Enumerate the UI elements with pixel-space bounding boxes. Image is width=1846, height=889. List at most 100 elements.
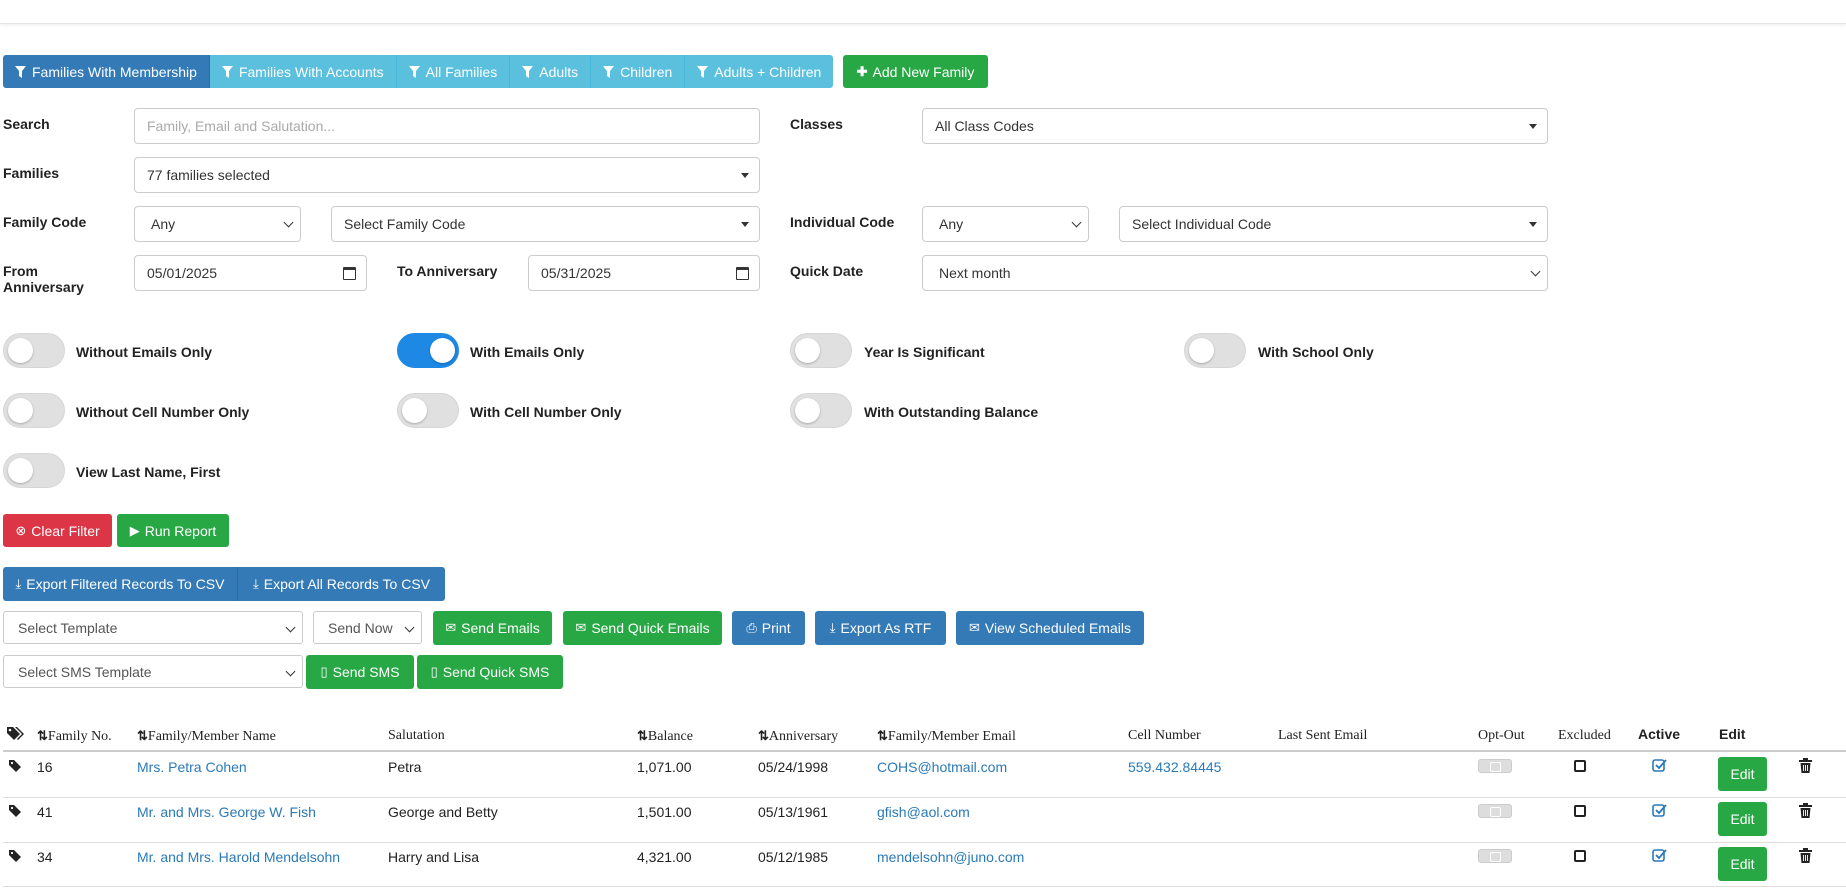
opt-out-toggle[interactable] bbox=[1478, 759, 1512, 773]
cell-number-link[interactable]: 559.432.84445 bbox=[1128, 759, 1221, 775]
quick-date-select[interactable]: Next month bbox=[922, 255, 1548, 291]
plus-icon: ✚ bbox=[856, 63, 868, 79]
print-button[interactable]: ⎙ Print bbox=[732, 611, 805, 645]
export-rtf-button[interactable]: ⤓ Export As RTF bbox=[815, 611, 946, 645]
families-select[interactable]: 77 families selected bbox=[134, 157, 760, 193]
tab-adults-children[interactable]: Adults + Children bbox=[685, 55, 834, 88]
clear-filter-button[interactable]: ⊗ Clear Filter bbox=[3, 514, 112, 547]
family-code-operator-select[interactable]: Any bbox=[134, 206, 301, 242]
toggle-view-last-name-first[interactable] bbox=[3, 453, 65, 488]
toggle-without-emails-only[interactable] bbox=[3, 333, 65, 368]
col-email[interactable]: ⇅Family/Member Email bbox=[877, 728, 1016, 745]
trash-icon[interactable] bbox=[1799, 848, 1812, 863]
toggle-with-emails-only[interactable] bbox=[397, 333, 459, 368]
col-balance[interactable]: ⇅Balance bbox=[637, 728, 693, 745]
export-all-csv-button[interactable]: ⤓ Export All Records To CSV bbox=[238, 567, 445, 601]
sort-icon: ⇅ bbox=[877, 728, 888, 743]
table-header-divider bbox=[3, 750, 1846, 752]
trash-icon[interactable] bbox=[1799, 803, 1812, 818]
toggle-knob bbox=[795, 338, 820, 363]
tab-families-with-membership[interactable]: Families With Membership bbox=[3, 55, 210, 88]
toggle-without-cell-number-only[interactable] bbox=[3, 393, 65, 428]
tab-children[interactable]: Children bbox=[591, 55, 686, 88]
from-anniversary-label: From Anniversary bbox=[3, 263, 84, 295]
col-member-name[interactable]: ⇅Family/Member Name bbox=[137, 728, 276, 745]
chevron-down-icon bbox=[1530, 266, 1541, 277]
envelope-icon: ✉ bbox=[575, 620, 587, 635]
calendar-icon[interactable] bbox=[736, 267, 749, 280]
send-quick-emails-button[interactable]: ✉ Send Quick Emails bbox=[563, 611, 722, 645]
member-name-link[interactable]: Mr. and Mrs. Harold Mendelsohn bbox=[137, 849, 340, 865]
trash-icon[interactable] bbox=[1799, 758, 1812, 773]
toggle-knob bbox=[402, 398, 427, 423]
send-timing-dropdown[interactable]: Send Now bbox=[313, 611, 422, 644]
excluded-checkbox[interactable] bbox=[1574, 760, 1586, 772]
col-family-no[interactable]: ⇅Family No. bbox=[37, 728, 112, 745]
cell-family-no: 34 bbox=[37, 849, 53, 865]
family-code-select[interactable]: Select Family Code bbox=[331, 206, 760, 242]
add-new-family-button[interactable]: ✚ Add New Family bbox=[843, 55, 988, 88]
classes-label: Classes bbox=[790, 116, 843, 132]
sort-icon: ⇅ bbox=[758, 728, 769, 743]
row-divider bbox=[3, 886, 1846, 887]
member-name-link[interactable]: Mr. and Mrs. George W. Fish bbox=[137, 804, 316, 820]
select-sms-template-dropdown[interactable]: Select SMS Template bbox=[3, 655, 303, 688]
toggle-label: With Cell Number Only bbox=[470, 404, 622, 420]
member-name-link[interactable]: Mrs. Petra Cohen bbox=[137, 759, 247, 775]
to-anniversary-date-input[interactable]: 05/31/2025 bbox=[528, 255, 760, 291]
email-link[interactable]: mendelsohn@juno.com bbox=[877, 849, 1024, 865]
classes-select[interactable]: All Class Codes bbox=[922, 108, 1548, 144]
email-link[interactable]: COHS@hotmail.com bbox=[877, 759, 1007, 775]
play-icon: ▶ bbox=[129, 522, 140, 538]
printer-icon: ⎙ bbox=[746, 620, 757, 635]
search-input[interactable]: Family, Email and Salutation... bbox=[134, 108, 760, 144]
run-report-button[interactable]: ▶ Run Report bbox=[117, 514, 229, 547]
email-link[interactable]: gfish@aol.com bbox=[877, 804, 970, 820]
tab-adults[interactable]: Adults bbox=[510, 55, 592, 88]
toggle-with-school-only[interactable] bbox=[1184, 333, 1246, 368]
toggle-year-is-significant[interactable] bbox=[790, 333, 852, 368]
caret-down-icon bbox=[1529, 222, 1537, 227]
col-active: Active bbox=[1638, 726, 1681, 742]
select-template-dropdown[interactable]: Select Template bbox=[3, 611, 303, 644]
excluded-checkbox[interactable] bbox=[1574, 850, 1586, 862]
toggle-with-cell-number-only[interactable] bbox=[397, 393, 459, 428]
view-scheduled-emails-button[interactable]: ✉ View Scheduled Emails bbox=[956, 611, 1144, 645]
edit-button[interactable]: Edit bbox=[1718, 802, 1767, 836]
toggle-knob bbox=[430, 338, 455, 363]
tag-icon[interactable] bbox=[9, 850, 21, 862]
send-emails-button[interactable]: ✉ Send Emails bbox=[433, 611, 552, 645]
tab-families-with-accounts[interactable]: Families With Accounts bbox=[209, 55, 397, 88]
calendar-icon[interactable] bbox=[343, 267, 356, 280]
toggle-knob bbox=[795, 398, 820, 423]
excluded-checkbox[interactable] bbox=[1574, 805, 1586, 817]
individual-code-label: Individual Code bbox=[790, 214, 895, 230]
individual-code-operator-select[interactable]: Any bbox=[922, 206, 1089, 242]
export-button-group: ⤓ Export Filtered Records To CSV ⤓ Export … bbox=[3, 567, 445, 601]
edit-button[interactable]: Edit bbox=[1718, 847, 1767, 881]
send-quick-sms-button[interactable]: ▯ Send Quick SMS bbox=[417, 655, 563, 689]
col-salutation[interactable]: Salutation bbox=[388, 728, 445, 744]
chevron-down-icon bbox=[404, 622, 415, 633]
col-anniversary[interactable]: ⇅Anniversary bbox=[758, 728, 838, 745]
active-check-icon[interactable] bbox=[1652, 758, 1667, 773]
tags-icon[interactable] bbox=[6, 726, 24, 742]
tag-icon[interactable] bbox=[9, 760, 21, 772]
cell-family-no: 41 bbox=[37, 804, 53, 820]
edit-button[interactable]: Edit bbox=[1718, 757, 1767, 791]
individual-code-select[interactable]: Select Individual Code bbox=[1119, 206, 1548, 242]
tab-all-families[interactable]: All Families bbox=[396, 55, 511, 88]
toggle-with-outstanding-balance[interactable] bbox=[790, 393, 852, 428]
active-check-icon[interactable] bbox=[1652, 848, 1667, 863]
top-bar bbox=[0, 0, 1846, 24]
filter-tabs: Families With Membership Families With A… bbox=[3, 55, 834, 88]
active-check-icon[interactable] bbox=[1652, 803, 1667, 818]
opt-out-toggle[interactable] bbox=[1478, 804, 1512, 818]
tag-icon[interactable] bbox=[9, 805, 21, 817]
sort-icon: ⇅ bbox=[637, 728, 648, 743]
row-divider bbox=[3, 842, 1846, 843]
export-filtered-csv-button[interactable]: ⤓ Export Filtered Records To CSV bbox=[3, 567, 238, 601]
send-sms-button[interactable]: ▯ Send SMS bbox=[306, 655, 414, 689]
from-anniversary-date-input[interactable]: 05/01/2025 bbox=[134, 255, 367, 291]
opt-out-toggle[interactable] bbox=[1478, 849, 1512, 863]
